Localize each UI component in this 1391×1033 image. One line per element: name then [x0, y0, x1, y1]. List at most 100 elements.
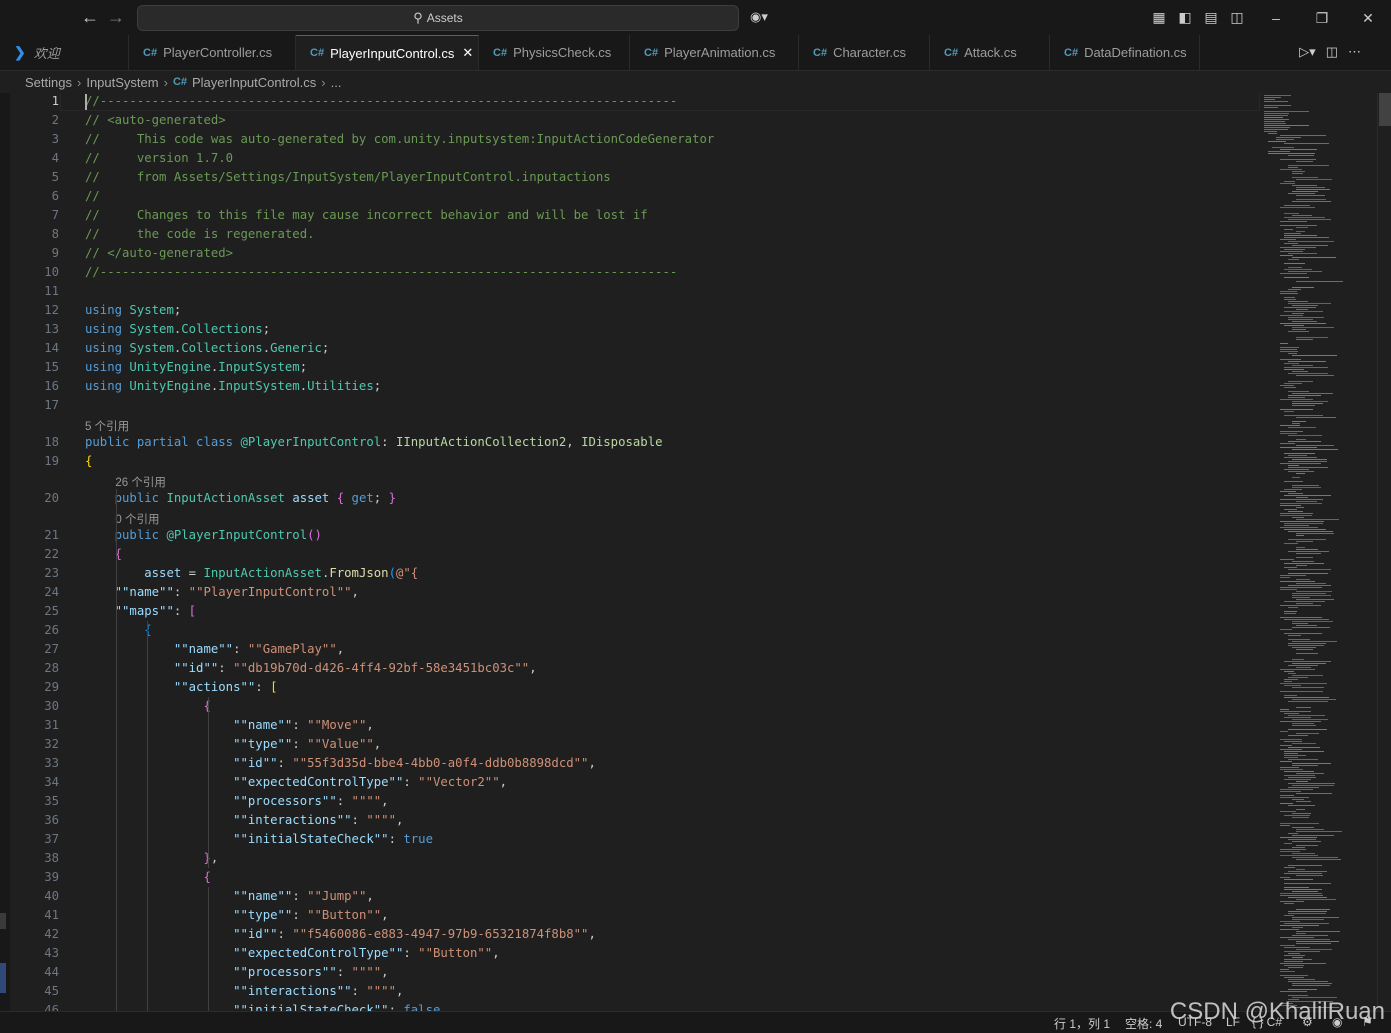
minimap-line: [1280, 347, 1299, 348]
run-icon[interactable]: ▷▾: [1299, 44, 1316, 60]
code-line[interactable]: 13 using System.Collections;: [0, 320, 1260, 339]
back-arrow-icon[interactable]: ←: [80, 8, 100, 28]
code-line[interactable]: 35 ""processors"": """",: [0, 792, 1260, 811]
minimap-line: [1288, 551, 1329, 552]
code-editor[interactable]: 1 //-------------------------------------…: [0, 93, 1260, 1011]
code-line[interactable]: 23 asset = InputActionAsset.FromJson(@"{: [0, 564, 1260, 583]
tab-physics-check[interactable]: C# PhysicsCheck.cs: [479, 35, 630, 70]
customize-layout-icon[interactable]: ▦: [1150, 9, 1168, 25]
minimap-line: [1296, 281, 1343, 282]
code-line[interactable]: 45 ""interactions"": """",: [0, 982, 1260, 1001]
code-line[interactable]: 15 using UnityEngine.InputSystem;: [0, 358, 1260, 377]
code-line[interactable]: 1 //-------------------------------------…: [0, 93, 1260, 111]
code-line[interactable]: 6 //: [0, 187, 1260, 206]
restore-icon[interactable]: ❐: [1308, 8, 1336, 28]
code-line[interactable]: 22 {: [0, 545, 1260, 564]
code-line[interactable]: 26 {: [0, 621, 1260, 640]
code-line[interactable]: 44 ""processors"": """",: [0, 963, 1260, 982]
code-line[interactable]: 17: [0, 396, 1260, 415]
code-token: :: [403, 946, 419, 960]
toggle-secondary-sidebar-icon[interactable]: ◫: [1228, 9, 1246, 25]
code-line[interactable]: 14 using System.Collections.Generic;: [0, 339, 1260, 358]
minimap-line: [1284, 671, 1294, 672]
minimap-line: [1280, 521, 1324, 522]
minimap-line: [1280, 399, 1313, 400]
code-line[interactable]: 5 // from Assets/Settings/InputSystem/Pla…: [0, 168, 1260, 187]
cursor-position[interactable]: 行 1，列 1: [1054, 1015, 1110, 1032]
code-line[interactable]: 10 //------------------------------------…: [0, 263, 1260, 282]
code-line[interactable]: 25 ""maps"": [: [0, 602, 1260, 621]
scrollbar-thumb[interactable]: [1379, 93, 1391, 126]
split-editor-icon[interactable]: ◫: [1326, 44, 1338, 60]
code-line[interactable]: 27 ""name"": ""GamePlay"",: [0, 640, 1260, 659]
close-tab-icon[interactable]: ✕: [462, 45, 473, 61]
code-line[interactable]: 30 {: [0, 697, 1260, 716]
code-text: ""interactions"": """",: [85, 982, 403, 1001]
code-line[interactable]: 4 // version 1.7.0: [0, 149, 1260, 168]
code-line[interactable]: 38 },: [0, 849, 1260, 868]
code-line[interactable]: 3 // This code was auto-generated by com.…: [0, 130, 1260, 149]
toggle-sidebar-icon[interactable]: ◧: [1176, 9, 1194, 25]
line-number: 8: [51, 227, 59, 241]
breadcrumb-item[interactable]: ...: [331, 75, 342, 90]
code-line[interactable]: 33 ""id"": ""55f3d35d-bbe4-4bb0-a0f4-ddb…: [0, 754, 1260, 773]
minimap-line: [1296, 445, 1334, 446]
vertical-scrollbar[interactable]: [1377, 93, 1391, 1011]
close-window-icon[interactable]: ✕: [1354, 8, 1382, 28]
code-line[interactable]: 32 ""type"": ""Value"",: [0, 735, 1260, 754]
tab-data-defination[interactable]: C# DataDefination.cs: [1050, 35, 1200, 70]
code-token: {: [85, 454, 93, 468]
code-line[interactable]: 16 using UnityEngine.InputSystem.Utilitie…: [0, 377, 1260, 396]
minimap-line: [1280, 409, 1313, 410]
code-line[interactable]: 19 {: [0, 452, 1260, 471]
code-token: ,: [381, 794, 389, 808]
code-line[interactable]: 43 ""expectedControlType"": ""Button"",: [0, 944, 1260, 963]
tab-character[interactable]: C# Character.cs: [799, 35, 930, 70]
code-line[interactable]: 36 ""interactions"": """",: [0, 811, 1260, 830]
minimap-line: [1280, 605, 1321, 606]
code-line[interactable]: 37 ""initialStateCheck"": true: [0, 830, 1260, 849]
code-token: ""name"": [233, 718, 293, 732]
tab-player-animation[interactable]: C# PlayerAnimation.cs: [630, 35, 799, 70]
code-line[interactable]: 9 // </auto-generated>: [0, 244, 1260, 263]
code-line[interactable]: 28 ""id"": ""db19b70d-d426-4ff4-92bf-58e…: [0, 659, 1260, 678]
minimize-icon[interactable]: –: [1262, 8, 1290, 28]
toggle-panel-icon[interactable]: ▤: [1202, 9, 1220, 25]
code-line[interactable]: 2 // <auto-generated>: [0, 111, 1260, 130]
code-line[interactable]: 39 {: [0, 868, 1260, 887]
code-line[interactable]: 46 ""initialStateCheck"": false: [0, 1001, 1260, 1011]
tab-welcome[interactable]: ❯ 欢迎: [0, 35, 129, 70]
minimap[interactable]: [1262, 93, 1372, 1011]
code-line[interactable]: 41 ""type"": ""Button"",: [0, 906, 1260, 925]
code-line[interactable]: 11: [0, 282, 1260, 301]
code-token: }: [85, 851, 211, 865]
code-line[interactable]: 31 ""name"": ""Move"",: [0, 716, 1260, 735]
command-center-search[interactable]: ⚲ Assets: [137, 5, 739, 31]
code-line[interactable]: 18 public partial class @PlayerInputContr…: [0, 433, 1260, 452]
code-line[interactable]: 29 ""actions"": [: [0, 678, 1260, 697]
tab-player-input-control[interactable]: C# PlayerInputControl.cs ✕: [296, 35, 479, 70]
breadcrumb-item[interactable]: Settings: [25, 75, 72, 90]
code-line[interactable]: 8 // the code is regenerated.: [0, 225, 1260, 244]
forward-arrow-icon[interactable]: →: [106, 8, 126, 28]
copilot-icon[interactable]: ◉▾: [750, 9, 782, 27]
code-line[interactable]: 7 // Changes to this file may cause incor…: [0, 206, 1260, 225]
minimap-line: [1288, 735, 1308, 736]
breadcrumb-item[interactable]: PlayerInputControl.cs: [192, 75, 316, 90]
indentation[interactable]: 空格: 4: [1125, 1015, 1162, 1032]
code-line[interactable]: 24 ""name"": ""PlayerInputControl"",: [0, 583, 1260, 602]
code-line[interactable]: 34 ""expectedControlType"": ""Vector2"",: [0, 773, 1260, 792]
code-token: ""Button"": [307, 908, 382, 922]
more-actions-icon[interactable]: ⋯: [1348, 44, 1361, 60]
code-line[interactable]: 12 using System;: [0, 301, 1260, 320]
tab-player-controller[interactable]: C# PlayerController.cs: [129, 35, 296, 70]
minimap-line: [1296, 667, 1311, 668]
code-line[interactable]: 20 public InputActionAsset asset { get; …: [0, 489, 1260, 508]
tab-attack[interactable]: C# Attack.cs: [930, 35, 1050, 70]
code-line[interactable]: 21 public @PlayerInputControl(): [0, 526, 1260, 545]
code-line[interactable]: 42 ""id"": ""f5460086-e883-4947-97b9-653…: [0, 925, 1260, 944]
code-line[interactable]: 40 ""name"": ""Jump"",: [0, 887, 1260, 906]
code-text: ""interactions"": """",: [85, 811, 403, 830]
minimap-line: [1284, 181, 1295, 182]
breadcrumb-item[interactable]: InputSystem: [86, 75, 158, 90]
